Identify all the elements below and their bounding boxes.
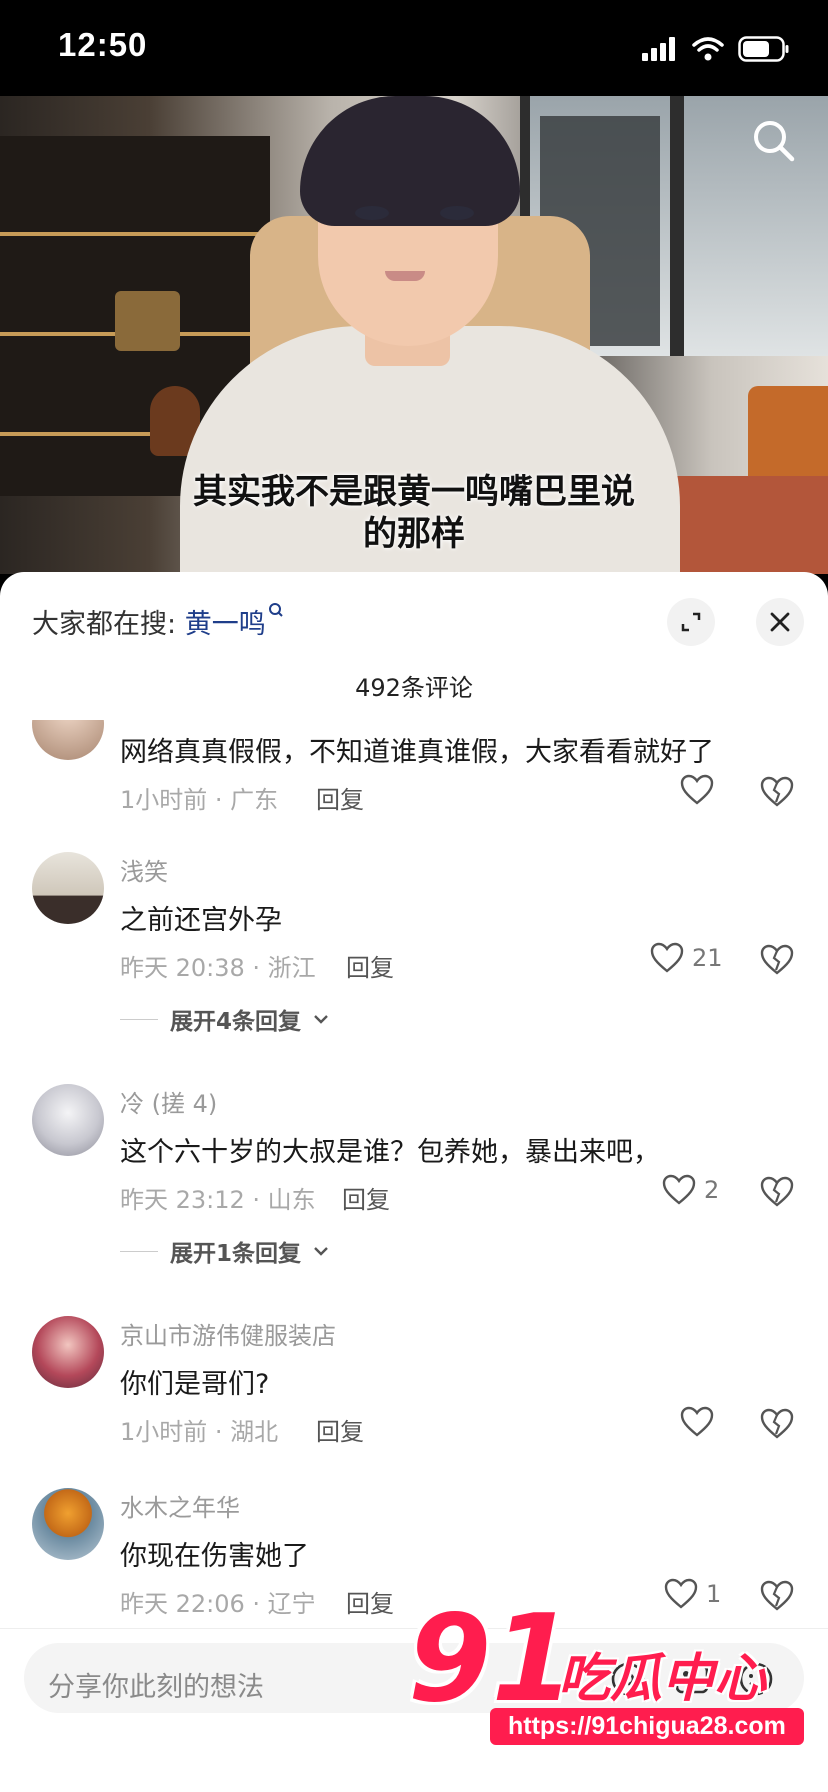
close-icon	[770, 612, 790, 632]
search-suggestion-prefix: 大家都在搜:	[32, 609, 177, 640]
chevron-down-icon	[314, 1247, 328, 1256]
avatar[interactable]	[32, 852, 104, 924]
like-button[interactable]	[680, 774, 714, 806]
avatar-eye-right	[440, 206, 474, 220]
avatar[interactable]	[32, 1084, 104, 1156]
watermark-logo-text: 吃瓜中心	[558, 1649, 767, 1709]
like-count: 2	[704, 1176, 720, 1204]
search-suggestion[interactable]: 大家都在搜: 黄一鸣	[32, 602, 284, 641]
avatar-mouth	[385, 271, 425, 281]
status-time: 12:50	[58, 26, 148, 63]
battery-icon	[738, 36, 789, 62]
watermark-logo-91: 91	[408, 1590, 575, 1729]
comment-text: 你现在伤害她了	[120, 1541, 309, 1572]
expand-icon	[681, 612, 701, 632]
comment-author[interactable]: 水木之年华	[120, 1488, 240, 1523]
comment-author[interactable]: 浅笑	[120, 852, 168, 887]
comment-meta: 1小时前 · 广东	[120, 786, 279, 814]
signal-icon	[642, 37, 675, 61]
expand-button[interactable]	[667, 598, 715, 646]
comment-input-placeholder: 分享你此刻的想法	[48, 1672, 264, 1703]
expand-replies-button[interactable]: 展开4条回复	[120, 1002, 329, 1036]
comment-author[interactable]: 京山市游伟健服装店	[120, 1316, 336, 1351]
watermark-url: https://91chigua28.com	[490, 1708, 804, 1745]
comment-text: 这个六十岁的大叔是谁？包养她，暴出来吧，	[120, 1137, 660, 1168]
broken-heart-icon[interactable]	[760, 1176, 794, 1208]
search-icon[interactable]	[748, 116, 798, 166]
heart-icon	[680, 774, 714, 805]
like-button[interactable]	[680, 1406, 714, 1438]
comment-text: 之前还宫外孕	[120, 905, 282, 936]
expand-replies-button[interactable]: 展开1条回复	[120, 1234, 329, 1268]
comment-text: 网络真真假假，不知道谁真谁假，大家看看就好了	[120, 737, 714, 768]
expand-replies-label: 展开4条回复	[170, 1009, 302, 1035]
comment-meta: 昨天 23:12 · 山东	[120, 1186, 316, 1214]
comment-author[interactable]: 冷 (搓 4)	[120, 1084, 217, 1119]
avatar[interactable]	[32, 1488, 104, 1560]
like-button[interactable]: 2	[662, 1174, 719, 1206]
like-count: 21	[692, 944, 723, 972]
broken-heart-icon[interactable]	[760, 776, 794, 808]
reply-button[interactable]: 回复	[316, 1412, 364, 1447]
reply-button[interactable]: 回复	[316, 780, 364, 815]
comment-text: 你们是哥们?	[120, 1369, 270, 1400]
chevron-down-icon	[314, 1015, 328, 1024]
broken-heart-icon[interactable]	[760, 1408, 794, 1440]
broken-heart-icon[interactable]	[760, 944, 794, 976]
reply-button[interactable]: 回复	[346, 948, 394, 983]
heart-icon	[650, 942, 684, 973]
avatar-hair	[300, 96, 520, 226]
avatar[interactable]	[32, 1316, 104, 1388]
avatar-eye-left	[355, 206, 389, 220]
comment-meta: 1小时前 · 湖北	[120, 1418, 279, 1446]
small-search-icon	[268, 603, 283, 617]
status-icons	[642, 36, 790, 62]
reply-button[interactable]: 回复	[342, 1180, 390, 1215]
screen-decor	[115, 291, 180, 351]
comment-count: 492条评论	[355, 674, 473, 702]
wifi-icon	[692, 37, 724, 61]
video-player[interactable]: 其实我不是跟黄一鸣嘴巴里说 的那样	[0, 96, 828, 574]
heart-icon	[680, 1406, 714, 1437]
search-suggestion-keyword[interactable]: 黄一鸣	[185, 609, 266, 640]
heart-icon	[662, 1174, 696, 1205]
watermark: 91 吃瓜中心 https://91chigua28.com	[408, 1600, 808, 1750]
like-button[interactable]: 21	[650, 942, 723, 974]
status-bar: 12:50	[0, 0, 828, 96]
video-subtitle-line2: 的那样	[363, 514, 465, 554]
comment-meta: 昨天 20:38 · 浙江	[120, 954, 316, 982]
expand-replies-label: 展开1条回复	[170, 1241, 302, 1267]
reply-button[interactable]: 回复	[346, 1584, 394, 1619]
comment-meta: 昨天 22:06 · 辽宁	[120, 1590, 316, 1618]
close-button[interactable]	[756, 598, 804, 646]
